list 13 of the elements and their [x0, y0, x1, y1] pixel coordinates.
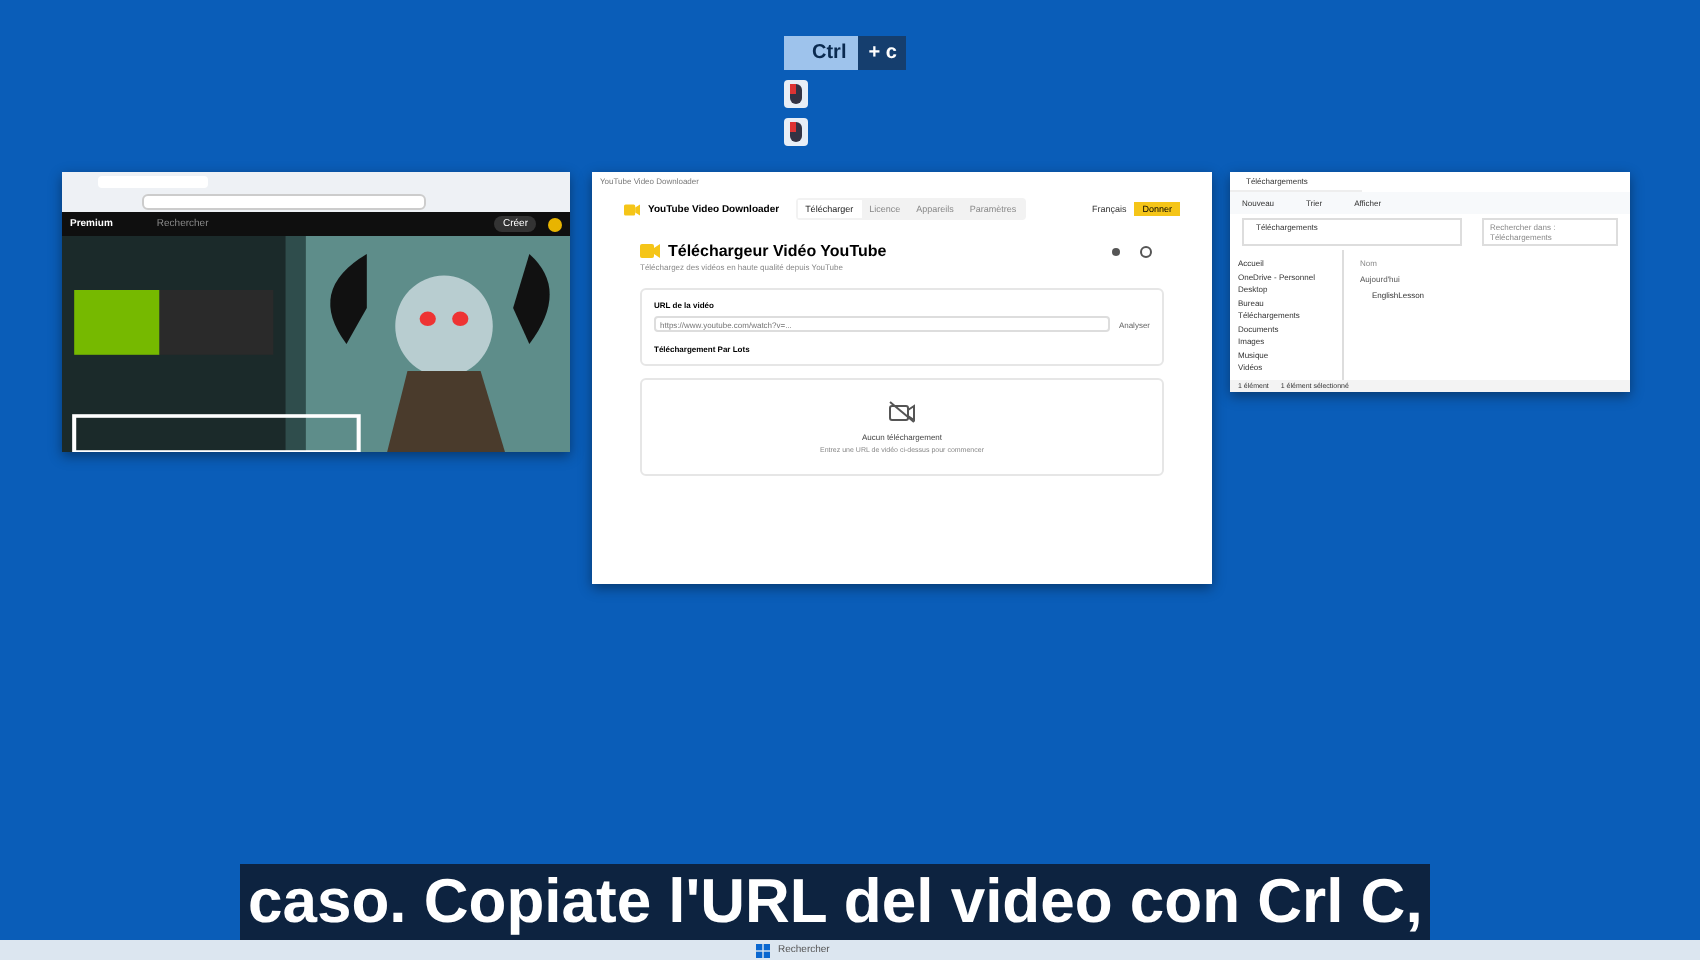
settings-icon[interactable] — [1112, 247, 1120, 255]
video-off-icon — [888, 400, 916, 424]
subtitle-caption: caso. Copiate l'URL del video con Crl C, — [240, 864, 1431, 940]
video-camera-icon — [624, 203, 640, 215]
page-heading: Téléchargeur Vidéo YouTube — [668, 242, 887, 260]
mouse-icon — [784, 118, 808, 146]
key-cap: + c — [858, 36, 907, 70]
video-camera-icon — [640, 244, 660, 258]
key-cap: Ctrl — [784, 36, 859, 70]
avatar-icon[interactable] — [548, 217, 562, 231]
mouse-icon — [784, 80, 808, 108]
help-icon[interactable] — [1140, 245, 1152, 257]
windows-start-icon[interactable] — [756, 943, 770, 957]
